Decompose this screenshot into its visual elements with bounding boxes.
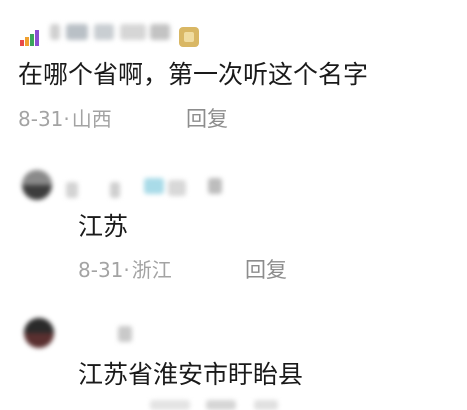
medal-icon (179, 27, 199, 47)
comment-location: 山西 (71, 107, 112, 131)
comment-text: 在哪个省啊，第一次听这个名字 (18, 60, 369, 89)
reply-button[interactable]: 回复 (245, 258, 287, 282)
reply-text: 江苏省淮安市盱眙县 (78, 360, 304, 389)
reply-date: 8-31· (78, 258, 130, 282)
username-redacted[interactable] (50, 18, 176, 44)
blurred-meta-redacted (150, 400, 290, 410)
comment-date: 8-31· (18, 107, 70, 131)
comment-meta: 8-31· 山西 (18, 107, 112, 131)
reply-text: 江苏 (78, 212, 129, 241)
username-redacted[interactable] (66, 178, 256, 198)
avatar[interactable] (22, 170, 52, 200)
reply-button[interactable]: 回复 (186, 107, 228, 131)
rank-badge-icon (20, 30, 39, 46)
username-redacted[interactable] (110, 326, 150, 342)
reply-location: 浙江 (131, 258, 172, 282)
avatar[interactable] (24, 318, 54, 348)
reply-meta: 8-31· 浙江 (78, 258, 172, 282)
